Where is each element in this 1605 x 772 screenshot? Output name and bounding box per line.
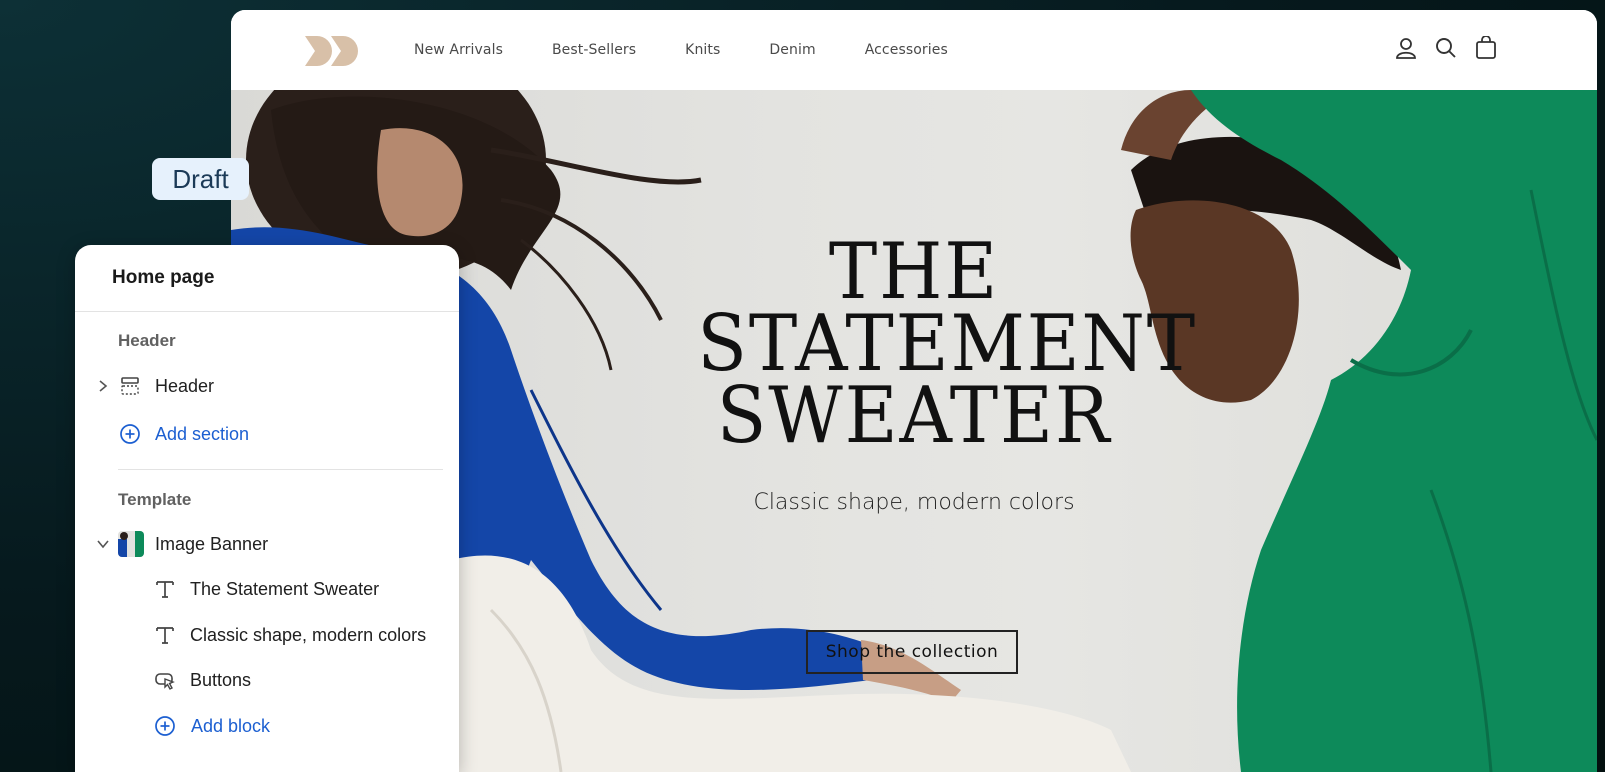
draft-badge: Draft	[152, 158, 249, 200]
brand-logo[interactable]	[303, 34, 361, 68]
hero-title-line: SWEATER	[716, 371, 1112, 461]
editor-panel: Home page Header Header Add section Temp…	[75, 245, 459, 772]
button-cursor-icon	[155, 673, 175, 690]
nav-new-arrivals[interactable]: New Arrivals	[414, 42, 503, 58]
cart-icon[interactable]	[1475, 35, 1497, 60]
hero-title-line: THE	[828, 227, 1000, 317]
section-header-label: Header	[155, 375, 215, 396]
block-heading-label: The Statement Sweater	[190, 578, 380, 599]
add-block-button[interactable]: Add block	[75, 708, 459, 744]
search-icon[interactable]	[1435, 36, 1457, 60]
store-header: New Arrivals Best-Sellers Knits Denim Ac…	[231, 10, 1597, 90]
nav-accessories[interactable]: Accessories	[865, 42, 948, 58]
header-layout-icon	[121, 377, 139, 395]
text-icon	[156, 581, 174, 598]
account-icon[interactable]	[1395, 36, 1417, 60]
nav-knits[interactable]: Knits	[685, 42, 720, 58]
image-banner-thumbnail	[118, 531, 144, 557]
hero-subtitle: Classic shape, modern colors	[753, 490, 1075, 515]
nav-best-sellers[interactable]: Best-Sellers	[552, 42, 636, 58]
divider	[118, 469, 443, 470]
block-heading[interactable]: The Statement Sweater	[75, 571, 459, 607]
divider	[75, 311, 459, 312]
plus-circle-icon	[120, 424, 140, 444]
block-buttons-label: Buttons	[190, 669, 252, 690]
block-buttons[interactable]: Buttons	[75, 662, 459, 698]
hero-title-line: STATEMENT	[697, 299, 1198, 389]
nav-denim[interactable]: Denim	[769, 42, 815, 58]
add-section-label: Add section	[155, 423, 250, 444]
chevron-down-icon[interactable]	[96, 537, 110, 551]
block-subheading[interactable]: Classic shape, modern colors	[75, 617, 459, 653]
section-image-banner[interactable]: Image Banner	[75, 526, 459, 562]
text-icon	[156, 627, 174, 644]
main-nav: New Arrivals Best-Sellers Knits Denim Ac…	[414, 10, 997, 90]
header-icons	[1395, 35, 1497, 60]
block-subheading-label: Classic shape, modern colors	[190, 624, 427, 645]
add-section-button[interactable]: Add section	[75, 416, 459, 452]
chevron-right-icon[interactable]	[96, 379, 110, 393]
shop-collection-button[interactable]: Shop the collection	[806, 630, 1018, 674]
hero-title: THE STATEMENT SWEATER	[697, 227, 1198, 461]
panel-title: Home page	[112, 267, 215, 288]
image-banner-label: Image Banner	[155, 533, 269, 554]
group-label-header: Header	[118, 331, 176, 350]
plus-circle-icon	[155, 716, 175, 736]
add-block-label: Add block	[191, 715, 271, 736]
section-header[interactable]: Header	[75, 368, 459, 404]
group-label-template: Template	[118, 490, 192, 509]
